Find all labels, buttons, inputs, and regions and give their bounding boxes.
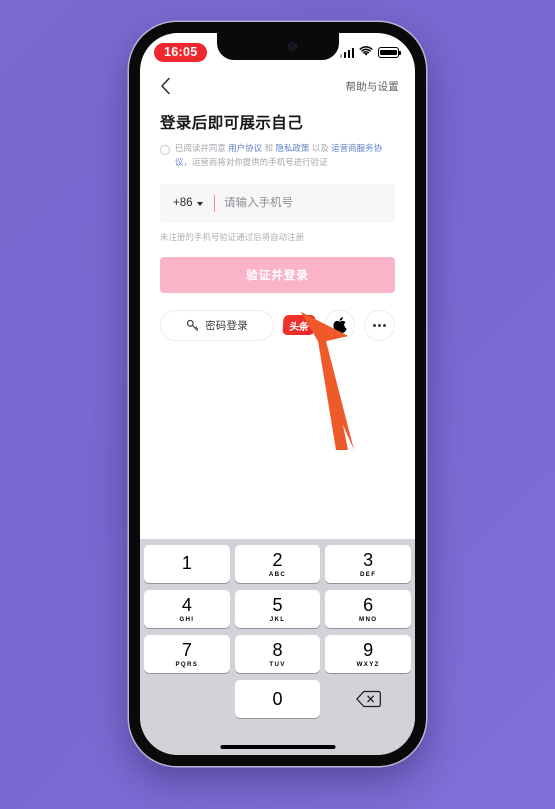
key-9[interactable]: 9 WXYZ bbox=[325, 635, 412, 673]
text-cursor bbox=[213, 194, 216, 212]
signal-icon bbox=[339, 47, 354, 58]
agreement-conjunction-1: 和 bbox=[262, 143, 276, 153]
back-button[interactable] bbox=[154, 75, 176, 97]
key-letters: GHI bbox=[179, 615, 195, 623]
key-5[interactable]: 5 JKL bbox=[234, 590, 321, 628]
key-number: 7 bbox=[181, 639, 192, 660]
agreement-row: 已阅读并同意 用户协议 和 隐私政策 以及 运营商服务协议，运营商将对你提供的手… bbox=[160, 142, 395, 170]
toutiao-login-button[interactable]: 头条 bbox=[282, 315, 316, 336]
country-code-value: +86 bbox=[173, 197, 193, 210]
navigation-bar: 帮助与设置 bbox=[140, 69, 415, 103]
home-indicator bbox=[220, 745, 335, 749]
key-backspace[interactable] bbox=[325, 680, 411, 718]
key-number: 2 bbox=[272, 549, 283, 570]
keyboard-row: 0 bbox=[144, 680, 411, 718]
key-letters: TUV bbox=[269, 660, 286, 668]
login-panel: 登录后即可展示自己 已阅读并同意 用户协议 和 隐私政策 以及 运营商服务协议，… bbox=[140, 111, 415, 341]
chevron-down-icon bbox=[196, 201, 203, 206]
keyboard-row: 4 GHI 5 JKL 6 MNO bbox=[144, 590, 412, 628]
numeric-keyboard: 1 2 ABC 3 DEF 4 GHI 5 JKL 6 MNO 7 PQRS 8… bbox=[140, 539, 415, 755]
phone-screen: 16:05 帮助与设置 登录后即可展示自己 已阅读并同意 用户协议 和 隐私政策… bbox=[140, 33, 415, 755]
password-login-label: 密码登录 bbox=[205, 319, 248, 332]
phone-device-frame: 16:05 帮助与设置 登录后即可展示自己 已阅读并同意 用户协议 和 隐私政策… bbox=[129, 22, 426, 766]
key-letters: ABC bbox=[268, 570, 287, 578]
key-letters: WXYZ bbox=[356, 660, 380, 668]
key-number: 5 bbox=[272, 594, 283, 615]
key-number: 1 bbox=[181, 553, 192, 573]
key-number: 8 bbox=[272, 639, 283, 660]
status-icons bbox=[339, 44, 401, 62]
status-time-recording-pill: 16:05 bbox=[154, 42, 208, 63]
phone-number-field-wrapper[interactable]: +86 bbox=[160, 183, 395, 223]
key-icon bbox=[186, 319, 199, 331]
chevron-left-icon bbox=[160, 77, 170, 95]
backspace-icon bbox=[355, 690, 381, 708]
key-letters: PQRS bbox=[175, 660, 199, 668]
battery-icon bbox=[378, 47, 401, 58]
more-dots-icon bbox=[372, 323, 387, 327]
agreement-prefix: 已阅读并同意 bbox=[175, 143, 229, 153]
key-blank-left bbox=[144, 680, 230, 718]
wifi-icon bbox=[359, 44, 373, 62]
agreement-suffix: ，运营商将对你提供的手机号进行验证 bbox=[183, 156, 328, 167]
phone-number-input[interactable] bbox=[224, 197, 382, 210]
help-and-settings-button[interactable]: 帮助与设置 bbox=[346, 79, 400, 94]
auto-register-hint: 未注册的手机号验证通过后将自动注册 bbox=[160, 231, 305, 242]
key-number: 4 bbox=[181, 594, 192, 615]
page-title: 登录后即可展示自己 bbox=[160, 115, 304, 132]
password-login-button[interactable]: 密码登录 bbox=[160, 309, 274, 341]
key-letters: DEF bbox=[360, 570, 377, 578]
keyboard-row: 1 2 ABC 3 DEF bbox=[144, 545, 412, 583]
key-3[interactable]: 3 DEF bbox=[325, 545, 412, 583]
agreement-checkbox[interactable] bbox=[160, 144, 170, 155]
key-number: 3 bbox=[363, 549, 374, 570]
key-1[interactable]: 1 bbox=[144, 545, 230, 583]
privacy-policy-link[interactable]: 隐私政策 bbox=[276, 143, 310, 153]
key-letters: MNO bbox=[359, 615, 378, 623]
agreement-text: 已阅读并同意 用户协议 和 隐私政策 以及 运营商服务协议，运营商将对你提供的手… bbox=[175, 142, 395, 170]
apple-login-button[interactable] bbox=[324, 309, 355, 341]
key-number: 9 bbox=[363, 639, 374, 660]
apple-icon bbox=[332, 317, 347, 334]
user-agreement-link[interactable]: 用户协议 bbox=[228, 143, 262, 153]
country-code-selector[interactable]: +86 bbox=[173, 197, 203, 209]
key-4[interactable]: 4 GHI bbox=[144, 590, 230, 628]
key-0[interactable]: 0 bbox=[234, 680, 321, 718]
more-login-options-button[interactable] bbox=[364, 309, 395, 341]
key-8[interactable]: 8 TUV bbox=[234, 635, 321, 673]
alternative-login-row: 密码登录 头条 bbox=[160, 309, 395, 341]
key-letters: JKL bbox=[269, 615, 286, 623]
key-number: 6 bbox=[363, 594, 374, 615]
status-bar: 16:05 bbox=[140, 33, 415, 69]
key-number: 0 bbox=[272, 689, 283, 709]
verify-and-login-button[interactable]: 验证并登录 bbox=[160, 256, 395, 293]
agreement-conjunction-2: 以及 bbox=[309, 143, 332, 153]
keyboard-row: 7 PQRS 8 TUV 9 WXYZ bbox=[144, 635, 412, 673]
key-2[interactable]: 2 ABC bbox=[234, 545, 321, 583]
key-6[interactable]: 6 MNO bbox=[325, 590, 412, 628]
key-7[interactable]: 7 PQRS bbox=[144, 635, 230, 673]
